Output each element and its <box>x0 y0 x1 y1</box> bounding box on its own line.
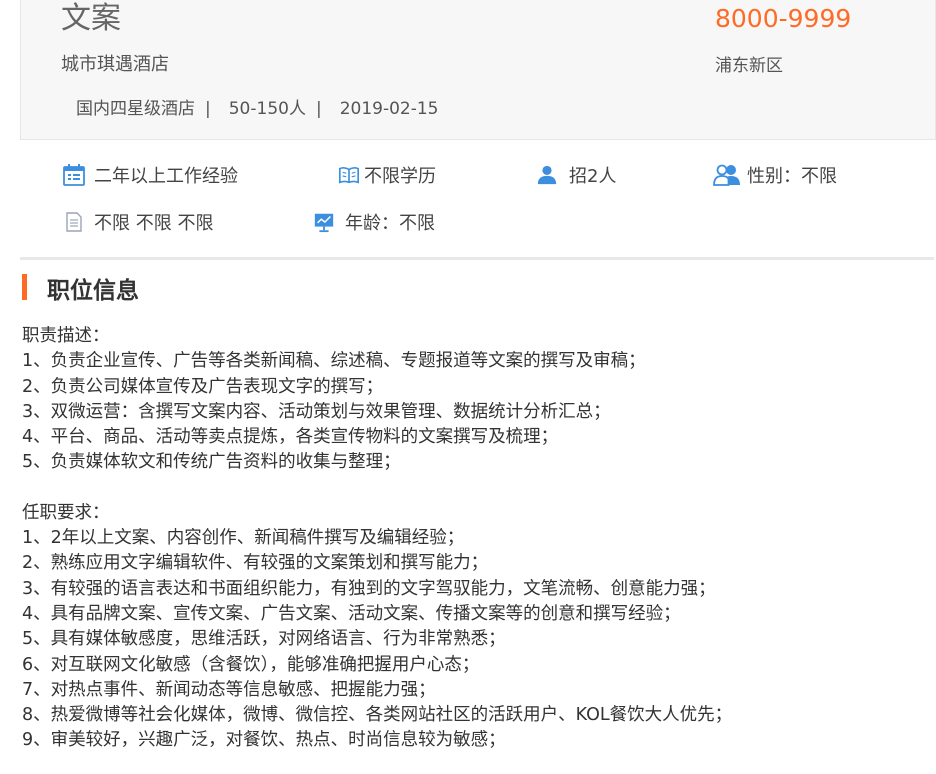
requirement-item: 1、2年以上文案、内容创作、新闻稿件撰写及编辑经验； <box>22 528 465 549</box>
presentation-icon <box>314 213 334 233</box>
duty-item: 1、负责企业宣传、广告等各类新闻稿、综述稿、专题报道等文案的撰写及审稿； <box>22 351 646 372</box>
duty-item: 2、负责公司媒体宣传及广告表现文字的撰写； <box>22 376 384 397</box>
section-accent-bar <box>22 274 27 300</box>
age-text: 年龄：不限 <box>345 213 435 234</box>
headcount-text: 招2人 <box>569 166 617 187</box>
requirements-heading: 任职要求： <box>22 502 110 523</box>
section-title: 职位信息 <box>47 278 139 304</box>
req-experience: 二年以上工作经验 <box>62 162 238 188</box>
duty-item: 3、双微运营：含撰写文案内容、活动策划与效果管理、数据统计分析汇总； <box>22 401 611 422</box>
job-header-card: 文案 城市琪遇酒店 国内四星级酒店 | 50-150人 | 2019-02-15 800… <box>20 0 936 140</box>
requirement-item: 5、具有媒体敏感度，思维活跃，对网络语言、行为非常熟悉； <box>22 629 506 650</box>
separator: | <box>205 99 211 119</box>
document-icon <box>66 212 82 232</box>
experience-text: 二年以上工作经验 <box>94 166 238 187</box>
company-name[interactable]: 城市琪遇酒店 <box>61 50 169 76</box>
req-headcount: 招2人 <box>536 162 616 188</box>
requirement-item: 7、对热点事件、新闻动态等信息敏感、把握能力强； <box>22 679 436 700</box>
req-age: 年龄：不限 <box>313 209 435 235</box>
requirement-item: 9、审美较好，兴趣广泛，对餐饮、热点、时尚信息较为敏感； <box>22 730 506 751</box>
requirement-item: 6、对互联网文化敏感（含餐饮），能够准确把握用户心态； <box>22 654 480 675</box>
education-text: 不限学历 <box>364 166 436 187</box>
district: 浦东新区 <box>715 56 783 76</box>
duties-heading: 职责描述： <box>22 326 110 346</box>
duty-item: 5、负责媒体软文和传统广告资料的收集与整理； <box>22 452 401 473</box>
book-icon <box>339 167 359 184</box>
people-icon <box>713 164 740 186</box>
other-text: 不限 不限 不限 <box>94 213 214 234</box>
requirement-item: 8、热爱微博等社会化媒体，微博、微信控、各类网站社区的活跃用户、KOL餐饮大人优… <box>22 705 733 726</box>
salary: 8000-9999 <box>715 4 852 33</box>
job-title: 文案 <box>61 1 121 36</box>
post-date: 2019-02-15 <box>339 99 439 119</box>
separator: | <box>315 99 322 119</box>
requirement-item: 4、具有品牌文案、宣传文案、广告文案、活动文案、传播文案等的创意和撰写经验； <box>22 603 681 624</box>
req-gender: 性别：不限 <box>713 162 837 188</box>
job-description: 职责描述： 1、负责企业宣传、广告等各类新闻稿、综述稿、专题报道等文案的撰写及审… <box>22 324 732 754</box>
requirement-item: 3、有较强的语言表达和书面组织能力，有独到的文字驾驭能力，文笔流畅、创意能力强； <box>22 578 716 599</box>
company-size: 50-150人 <box>228 99 306 119</box>
req-other: 不限 不限 不限 <box>66 209 213 235</box>
company-meta: 国内四星级酒店 | 50-150人 | 2019-02-15 <box>76 94 438 119</box>
calendar-icon <box>63 164 85 186</box>
person-icon <box>537 165 557 185</box>
company-type: 国内四星级酒店 <box>76 99 195 119</box>
gender-text: 性别：不限 <box>747 166 837 187</box>
duty-item: 4、平台、商品、活动等卖点提炼，各类宣传物料的文案撰写及梳理； <box>22 427 559 448</box>
divider <box>20 257 934 260</box>
requirement-item: 2、熟练应用文字编辑软件、有较强的文案策划和撰写能力； <box>22 553 489 574</box>
req-education: 不限学历 <box>338 162 436 188</box>
